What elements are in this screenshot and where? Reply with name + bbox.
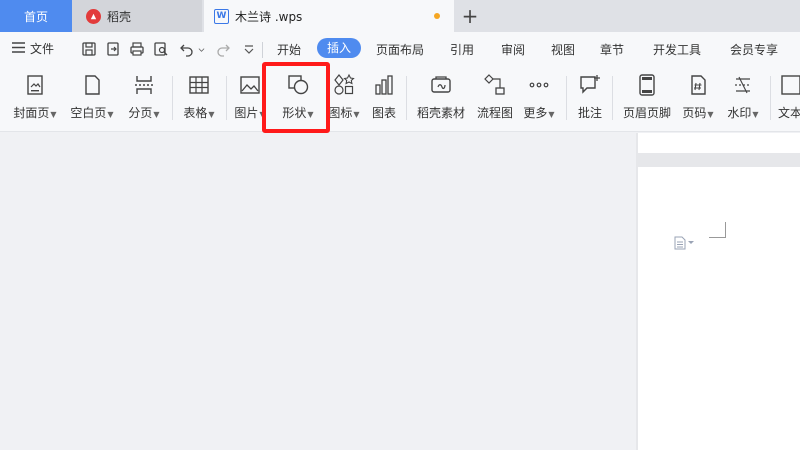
tab-docer[interactable]: 稻壳 xyxy=(72,0,202,32)
flowchart-icon xyxy=(482,72,508,98)
cover-page-label: 封面页 xyxy=(13,106,50,120)
header-footer-button[interactable]: 页眉页脚 xyxy=(620,72,674,128)
previous-page-bottom xyxy=(638,133,800,153)
insert-ribbon: 封面页▼ 空白页▼ 分页▼ 表格▼ 图片▼ 形状▼ 图标▼ 图表 稻壳素材 流程… xyxy=(0,66,800,132)
redo-icon[interactable] xyxy=(214,40,232,58)
docer-material-icon xyxy=(428,72,454,98)
print-preview-icon[interactable] xyxy=(152,40,170,58)
table-button[interactable]: 表格▼ xyxy=(179,72,219,128)
chevron-down-icon: ▼ xyxy=(548,110,555,119)
page-break-button[interactable]: 分页▼ xyxy=(124,72,164,128)
more-label: 更多 xyxy=(523,106,548,120)
ribbon-separator xyxy=(172,76,173,120)
tab-document[interactable]: W 木兰诗 .wps xyxy=(204,0,454,32)
table-label: 表格 xyxy=(183,106,208,120)
chevron-down-icon: ▼ xyxy=(50,110,57,119)
hamburger-icon xyxy=(12,41,25,56)
new-tab-button[interactable]: + xyxy=(458,4,482,28)
blank-page-label: 空白页 xyxy=(70,106,107,120)
tab-docer-label: 稻壳 xyxy=(107,9,132,24)
bar-chart-icon xyxy=(371,72,397,98)
tab-section[interactable]: 章节 xyxy=(600,41,624,58)
chevron-down-icon: ▼ xyxy=(707,110,714,119)
tab-home[interactable]: 首页 xyxy=(0,0,72,32)
watermark-button[interactable]: 水印▼ xyxy=(724,72,762,128)
undo-icon[interactable] xyxy=(178,40,196,58)
page-break-icon xyxy=(131,72,157,98)
export-pdf-icon[interactable] xyxy=(104,40,122,58)
docer-material-button[interactable]: 稻壳素材 xyxy=(413,72,469,128)
shape-button-highlight xyxy=(262,62,330,133)
chevron-down-icon: ▼ xyxy=(353,110,360,119)
chart-button[interactable]: 图表 xyxy=(368,72,400,128)
unsaved-indicator-dot xyxy=(434,13,440,19)
file-menu[interactable]: 文件 xyxy=(12,40,54,57)
tab-start[interactable]: 开始 xyxy=(277,41,301,58)
paragraph-layout-icon[interactable] xyxy=(674,236,694,250)
print-icon[interactable] xyxy=(128,40,146,58)
flowchart-button[interactable]: 流程图 xyxy=(474,72,516,128)
flowchart-label: 流程图 xyxy=(476,106,513,120)
menu-bar: 文件 开始 插入 页面布局 引用 审阅 视图 章节 开发工具 会员专享 xyxy=(0,32,800,66)
undo-dropdown-icon[interactable] xyxy=(196,40,206,58)
watermark-icon xyxy=(730,72,756,98)
blank-page-button[interactable]: 空白页▼ xyxy=(67,72,117,128)
file-menu-label: 文件 xyxy=(30,42,55,56)
table-icon xyxy=(186,72,212,98)
tab-member-exclusive[interactable]: 会员专享 xyxy=(730,41,778,58)
chevron-down-icon: ▼ xyxy=(107,110,114,119)
icons-button[interactable]: 图标▼ xyxy=(327,72,361,128)
comment-label: 批注 xyxy=(577,106,602,120)
picture-icon xyxy=(237,72,263,98)
ribbon-separator xyxy=(612,76,613,120)
page-number-label: 页码 xyxy=(682,106,707,120)
cover-page-button[interactable]: 封面页▼ xyxy=(10,72,60,128)
comment-add-icon xyxy=(577,72,603,98)
icon-library-icon xyxy=(331,72,357,98)
tab-references[interactable]: 引用 xyxy=(450,41,474,58)
margin-corner-mark xyxy=(709,222,726,238)
text-box-icon xyxy=(778,72,800,98)
tab-review[interactable]: 审阅 xyxy=(501,41,525,58)
ribbon-separator xyxy=(406,76,407,120)
tab-document-label: 木兰诗 .wps xyxy=(235,9,303,24)
save-icon[interactable] xyxy=(80,40,98,58)
tab-developer-tools[interactable]: 开发工具 xyxy=(653,41,701,58)
document-page[interactable] xyxy=(638,167,800,450)
customize-toolbar-icon[interactable] xyxy=(240,40,258,58)
header-footer-label: 页眉页脚 xyxy=(622,106,671,120)
chevron-down-icon: ▼ xyxy=(153,110,160,119)
page-number-button[interactable]: 页码▼ xyxy=(680,72,716,128)
ribbon-separator xyxy=(226,76,227,120)
tab-insert[interactable]: 插入 xyxy=(317,38,362,58)
tab-bar: 首页 稻壳 W 木兰诗 .wps + xyxy=(0,0,800,32)
ribbon-separator xyxy=(770,76,771,120)
text-box-button[interactable]: 文本 xyxy=(778,72,800,128)
docer-logo-icon xyxy=(86,8,101,24)
chevron-down-icon: ▼ xyxy=(752,110,759,119)
menu-separator xyxy=(262,42,263,58)
cover-page-icon xyxy=(22,72,48,98)
watermark-label: 水印 xyxy=(727,106,752,120)
more-button[interactable]: 更多▼ xyxy=(520,72,558,128)
docer-material-label: 稻壳素材 xyxy=(416,106,465,120)
picture-label: 图片 xyxy=(234,106,259,120)
text-box-label: 文本 xyxy=(778,106,800,120)
wps-writer-icon: W xyxy=(214,8,229,24)
more-dots-icon xyxy=(526,72,552,98)
tab-view[interactable]: 视图 xyxy=(551,41,575,58)
header-footer-icon xyxy=(634,72,660,98)
ribbon-separator xyxy=(566,76,567,120)
blank-page-icon xyxy=(79,72,105,98)
tab-home-label: 首页 xyxy=(23,9,48,24)
tab-page-layout[interactable]: 页面布局 xyxy=(376,41,424,58)
icons-label: 图标 xyxy=(328,106,353,120)
page-number-icon xyxy=(685,72,711,98)
chart-label: 图表 xyxy=(371,106,396,120)
page-break-label: 分页 xyxy=(128,106,153,120)
comment-button[interactable]: 批注 xyxy=(574,72,606,128)
chevron-down-icon: ▼ xyxy=(208,110,215,119)
